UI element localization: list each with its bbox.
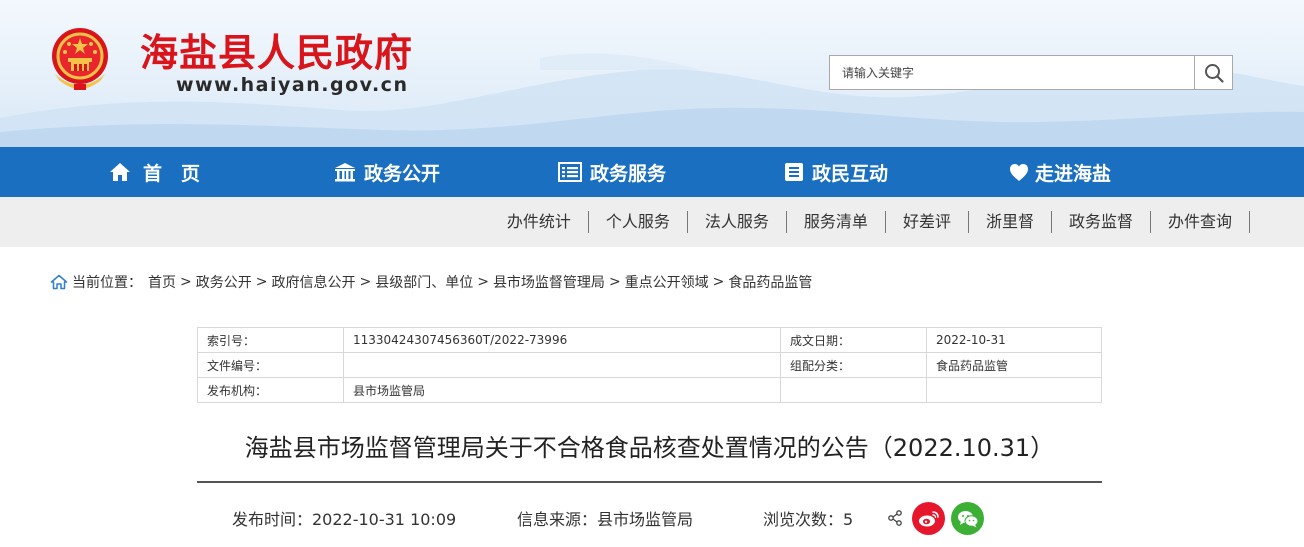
sub-nav-item[interactable]: 个人服务	[589, 211, 688, 233]
search-box	[829, 55, 1233, 90]
nav-item-gov-affairs-open[interactable]: 政务公开	[334, 147, 440, 197]
sub-nav-item[interactable]: 政务监督	[1052, 211, 1151, 233]
document-info-table: 索引号： 11330424307456360T/2022-73996 成文日期：…	[197, 327, 1102, 403]
breadcrumb-item[interactable]: 县市场监督管理局	[493, 272, 605, 292]
sub-nav-item[interactable]: 服务清单	[787, 211, 886, 233]
main-nav: 首 页 政务公开 政务服务 政民互动 走进海盐	[0, 147, 1304, 197]
info-source: 信息来源：县市场监管局	[517, 510, 694, 529]
national-emblem-logo[interactable]	[47, 26, 113, 94]
table-value: 县市场监管局	[343, 377, 781, 403]
document-icon	[785, 163, 803, 181]
table-value: 食品药品监管	[926, 352, 1102, 378]
nav-item-about-haiyan[interactable]: 走进海盐	[1009, 147, 1111, 197]
breadcrumb-separator: >	[180, 274, 192, 290]
publish-time: 发布时间：2022-10-31 10:09	[232, 510, 457, 529]
site-header: 海盐县人民政府 www.haiyan.gov.cn	[0, 0, 1304, 147]
article-title: 海盐县市场监督管理局关于不合格食品核查处置情况的公告（2022.10.31）	[244, 434, 1055, 462]
site-title[interactable]: 海盐县人民政府	[140, 22, 413, 77]
breadcrumb-item[interactable]: 政府信息公开	[271, 272, 355, 292]
breadcrumb-prefix: 当前位置：	[72, 275, 142, 291]
table-value	[926, 377, 1102, 403]
search-icon	[1204, 63, 1224, 83]
breadcrumb: 当前位置： 首页 > 政务公开 > 政府信息公开 > 县级部门、单位 > 县市场…	[50, 272, 812, 292]
share-icon[interactable]	[887, 510, 903, 526]
weibo-icon	[918, 510, 939, 526]
title-divider	[197, 481, 1102, 483]
table-value: 2022-10-31	[926, 327, 1102, 353]
table-label: 文件编号：	[197, 352, 344, 378]
breadcrumb-item[interactable]: 政务公开	[196, 272, 252, 292]
list-icon	[558, 162, 582, 182]
nav-label-interaction: 政民互动	[812, 162, 889, 185]
table-label: 索引号：	[197, 327, 344, 353]
breadcrumb-separator: >	[712, 274, 725, 290]
sub-nav-item[interactable]: 法人服务	[688, 211, 787, 233]
breadcrumb-item[interactable]: 县级部门、单位	[375, 272, 473, 292]
sub-nav-item[interactable]: 浙里督	[969, 211, 1052, 233]
nav-label-gov-services: 政务服务	[590, 162, 667, 185]
home-outline-icon	[50, 274, 68, 290]
search-button[interactable]	[1194, 56, 1232, 89]
nav-label-about-haiyan: 走进海盐	[1035, 162, 1112, 185]
table-label: 发布机构：	[197, 377, 344, 403]
nav-item-gov-services[interactable]: 政务服务	[558, 147, 666, 197]
nav-item-interaction[interactable]: 政民互动	[784, 147, 888, 197]
share-weibo-button[interactable]	[912, 502, 945, 535]
search-input[interactable]	[830, 56, 1194, 89]
breadcrumb-item[interactable]: 首页	[148, 272, 176, 292]
table-row: 发布机构： 县市场监管局	[197, 377, 1102, 403]
table-row: 文件编号： 组配分类： 食品药品监管	[197, 352, 1102, 378]
table-value: 11330424307456360T/2022-73996	[343, 327, 781, 353]
sub-nav: 办件统计 个人服务 法人服务 服务清单 好差评 浙里督 政务监督 办件查询	[0, 197, 1304, 247]
building-icon	[335, 163, 355, 182]
table-label: 成文日期：	[780, 327, 927, 353]
table-row: 索引号： 11330424307456360T/2022-73996 成文日期：…	[197, 327, 1102, 353]
heart-icon	[1010, 163, 1028, 181]
breadcrumb-separator: >	[477, 274, 489, 290]
nav-item-home[interactable]: 首 页	[109, 147, 200, 197]
sub-nav-item[interactable]: 办件统计	[490, 211, 589, 233]
nav-label-gov-affairs-open: 政务公开	[364, 162, 441, 185]
home-icon	[110, 163, 130, 181]
breadcrumb-item[interactable]: 食品药品监管	[728, 272, 812, 292]
wechat-icon	[957, 510, 978, 527]
table-label: 组配分类：	[780, 352, 927, 378]
breadcrumb-separator: >	[255, 274, 268, 290]
share-wechat-button[interactable]	[951, 502, 984, 535]
table-label	[780, 377, 927, 403]
view-count: 浏览次数：5	[763, 510, 854, 529]
table-value	[343, 352, 781, 378]
sub-nav-item[interactable]: 好差评	[886, 211, 969, 233]
nav-label-home: 首 页	[143, 162, 201, 185]
sub-nav-item[interactable]: 办件查询	[1151, 211, 1250, 233]
breadcrumb-item[interactable]: 重点公开领域	[625, 272, 709, 292]
breadcrumb-separator: >	[359, 274, 372, 290]
site-url: www.haiyan.gov.cn	[176, 74, 409, 96]
breadcrumb-separator: >	[608, 274, 621, 290]
